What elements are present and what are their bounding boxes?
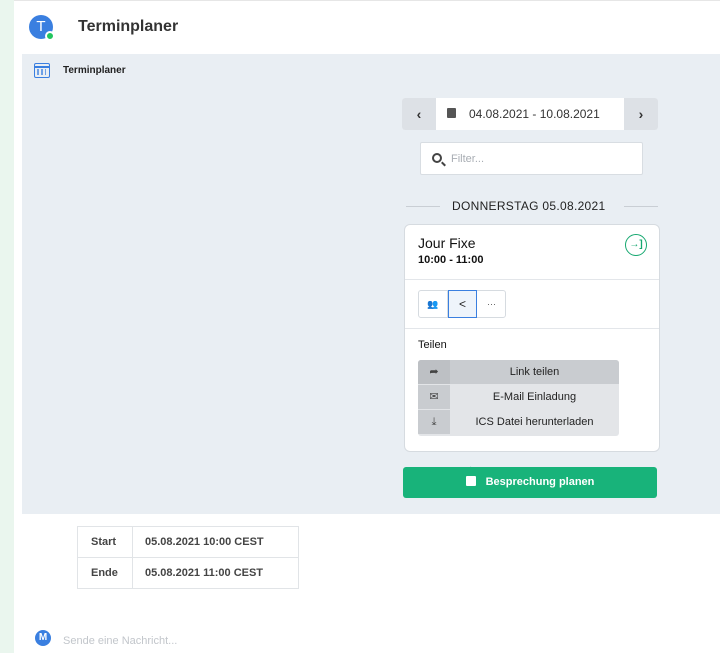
date-range-label[interactable]: 04.08.2021 - 10.08.2021	[469, 107, 600, 121]
envelope-icon: ✉	[418, 385, 450, 409]
page-title: Terminplaner	[78, 18, 179, 35]
times-table: Start 05.08.2021 10:00 CEST Ende 05.08.2…	[77, 526, 299, 589]
join-meeting-button[interactable]: →]	[625, 234, 647, 256]
next-week-button[interactable]: ›	[624, 98, 658, 130]
plan-meeting-label: Besprechung planen	[485, 476, 595, 488]
tab-participants[interactable]: 👥	[419, 291, 448, 317]
divider-line-right	[624, 206, 658, 207]
menu-item-email-einladung[interactable]: ✉ E-Mail Einladung	[418, 385, 619, 409]
plan-meeting-button[interactable]: Besprechung planen	[403, 466, 657, 498]
download-icon: ⤓	[418, 410, 450, 434]
menu-item-ics-download[interactable]: ⤓ ICS Datei herunterladen	[418, 410, 619, 434]
online-status-dot	[45, 31, 55, 41]
table-row: Start 05.08.2021 10:00 CEST	[77, 526, 299, 558]
event-card: Jour Fixe 10:00 - 11:00 →] 👥 < ··· Teile…	[404, 224, 660, 452]
participants-icon: 👥	[427, 299, 439, 309]
divider-line-left	[406, 206, 440, 207]
app-window: T Terminplaner Terminplaner ‹ 04.08.2021…	[14, 0, 720, 653]
end-label: Ende	[77, 557, 133, 589]
share-icon: <	[458, 297, 466, 311]
start-label: Start	[77, 526, 133, 558]
more-icon: ···	[487, 299, 496, 309]
menu-item-label: Link teilen	[509, 366, 560, 378]
date-range-navigator: ‹ 04.08.2021 - 10.08.2021 ›	[402, 98, 658, 130]
scheduler-widget: Terminplaner ‹ 04.08.2021 - 10.08.2021 ›…	[22, 54, 720, 514]
day-divider: DONNERSTAG 05.08.2021	[406, 198, 658, 214]
tab-share[interactable]: <	[448, 290, 477, 318]
tab-more[interactable]: ···	[477, 291, 506, 317]
previous-week-button[interactable]: ‹	[402, 98, 436, 130]
menu-item-label: ICS Datei herunterladen	[475, 416, 594, 428]
filter-input[interactable]	[451, 150, 631, 168]
menu-item-label: E-Mail Einladung	[492, 391, 577, 403]
user-avatar[interactable]: M	[35, 630, 51, 646]
event-title: Jour Fixe	[418, 235, 476, 251]
widget-title: Terminplaner	[63, 65, 126, 76]
day-label: DONNERSTAG 05.08.2021	[452, 199, 606, 213]
start-value: 05.08.2021 10:00 CEST	[132, 526, 299, 558]
filter-field[interactable]	[420, 142, 643, 175]
calendar-plus-icon	[465, 466, 476, 486]
avatar[interactable]: T	[29, 15, 55, 41]
end-value: 05.08.2021 11:00 CEST	[132, 557, 299, 589]
share-arrow-icon: ➦	[418, 360, 450, 384]
calendar-icon	[34, 63, 50, 78]
event-time: 10:00 - 11:00	[418, 254, 484, 266]
menu-item-link-teilen[interactable]: ➦ Link teilen	[418, 360, 619, 384]
message-input[interactable]	[63, 632, 663, 650]
divider	[405, 279, 659, 280]
avatar-letter: T	[36, 18, 46, 35]
chat-header: T Terminplaner	[14, 0, 720, 54]
table-row: Ende 05.08.2021 11:00 CEST	[77, 557, 299, 589]
calendar-small-icon	[447, 108, 456, 118]
event-tabs: 👥 < ···	[418, 290, 506, 318]
share-menu: ➦ Link teilen ✉ E-Mail Einladung ⤓ ICS D…	[418, 360, 619, 436]
search-icon	[432, 153, 442, 163]
divider	[405, 328, 659, 329]
share-heading: Teilen	[418, 339, 447, 351]
